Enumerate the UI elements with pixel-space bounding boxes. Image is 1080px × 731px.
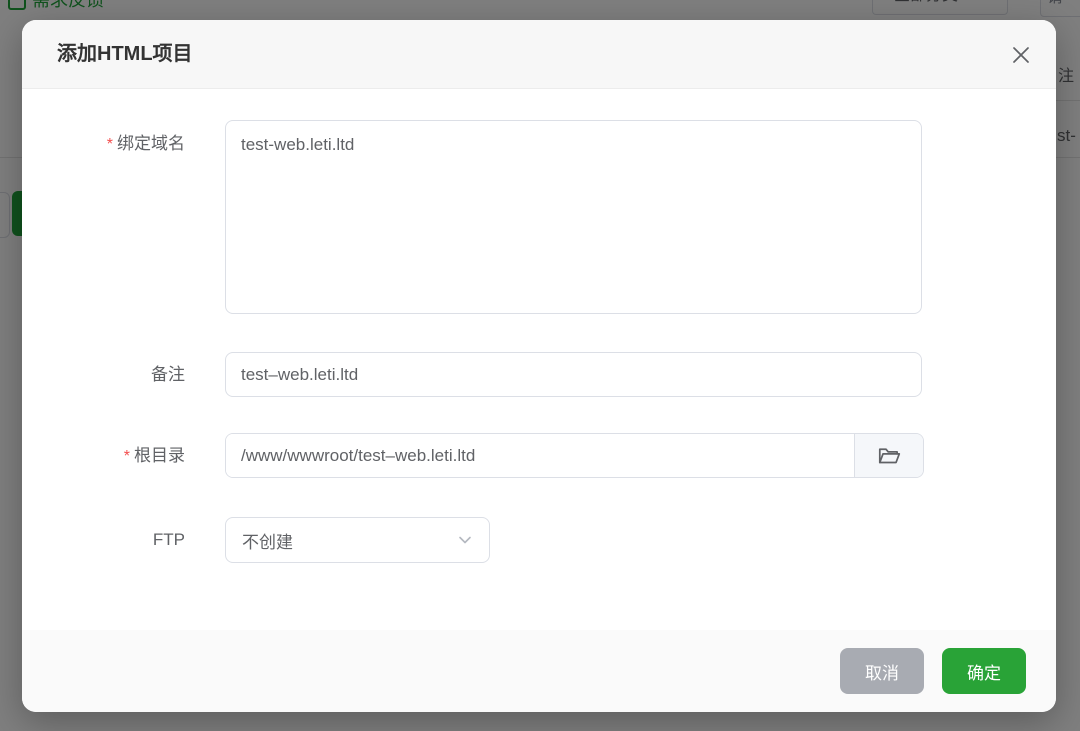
domain-label: *绑定域名	[22, 132, 185, 157]
remark-input[interactable]	[225, 352, 922, 397]
close-button[interactable]	[1006, 40, 1036, 70]
folder-open-icon	[876, 443, 902, 469]
dialog-header: 添加HTML项目	[22, 20, 1056, 89]
required-mark: *	[107, 136, 113, 153]
domain-textarea[interactable]	[225, 120, 922, 314]
remark-label: 备注	[22, 352, 185, 397]
chevron-down-icon	[457, 532, 473, 548]
ftp-select-value: 不创建	[242, 528, 293, 553]
browse-directory-button[interactable]	[854, 434, 923, 477]
dialog-footer: 取消 确定	[22, 630, 1056, 712]
ftp-select[interactable]: 不创建	[225, 517, 490, 563]
root-dir-input[interactable]	[226, 434, 854, 477]
close-icon	[1010, 44, 1032, 66]
add-html-project-dialog: 添加HTML项目 *绑定域名 备注 *根目录 FTP 不创建	[22, 20, 1056, 712]
dialog-title: 添加HTML项目	[57, 20, 193, 88]
cancel-button[interactable]: 取消	[840, 648, 924, 694]
root-dir-label: *根目录	[22, 433, 185, 479]
confirm-button[interactable]: 确定	[942, 648, 1026, 694]
root-dir-input-group	[225, 433, 924, 478]
required-mark: *	[124, 448, 130, 465]
ftp-label: FTP	[22, 517, 185, 563]
